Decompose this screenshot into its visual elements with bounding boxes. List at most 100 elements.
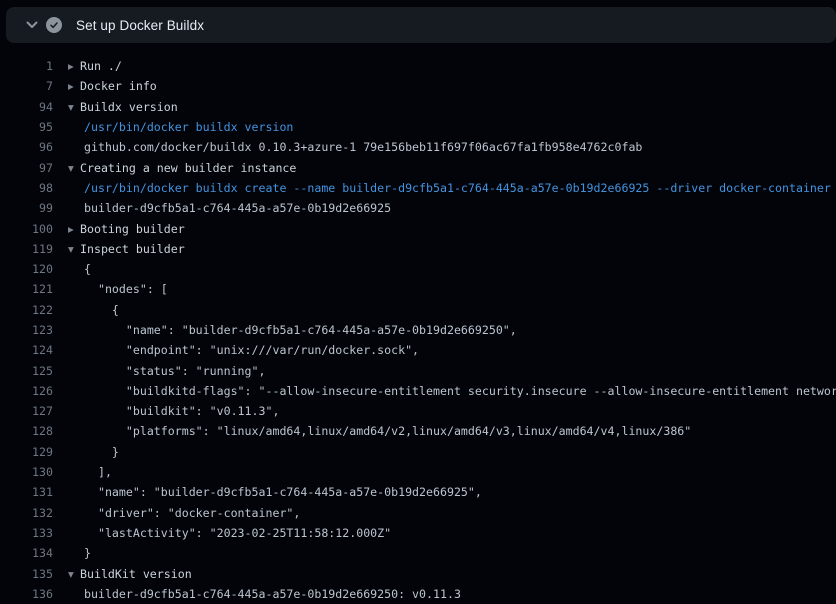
line-number-link[interactable]: 121 bbox=[0, 282, 53, 296]
log-line: 133 "lastActivity": "2023-02-25T11:58:12… bbox=[0, 523, 836, 543]
line-number-link[interactable]: 1 bbox=[0, 59, 53, 73]
line-number-link[interactable]: 133 bbox=[0, 526, 53, 540]
log-line: 127 "buildkit": "v0.11.3", bbox=[0, 401, 836, 421]
log-line: 132 "driver": "docker-container", bbox=[0, 503, 836, 523]
log-line: 136 builder-d9cfb5a1-c764-445a-a57e-0b19… bbox=[0, 584, 836, 604]
output-text: "endpoint": "unix:///var/run/docker.sock… bbox=[68, 343, 419, 357]
line-number-link[interactable]: 132 bbox=[0, 506, 53, 520]
line-number-link[interactable]: 120 bbox=[0, 262, 53, 276]
output-text: ], bbox=[68, 465, 112, 479]
log-line: 131 "name": "builder-d9cfb5a1-c764-445a-… bbox=[0, 482, 836, 502]
line-number-link[interactable]: 135 bbox=[0, 567, 53, 581]
line-number-link[interactable]: 124 bbox=[0, 343, 53, 357]
log-line: 100 ▶Booting builder bbox=[0, 218, 836, 238]
group-title[interactable]: Creating a new builder instance bbox=[80, 161, 296, 175]
log-line: 123 "name": "builder-d9cfb5a1-c764-445a-… bbox=[0, 320, 836, 340]
output-text: "buildkitd-flags": "--allow-insecure-ent… bbox=[68, 384, 836, 398]
log-line: 122 { bbox=[0, 300, 836, 320]
group-header[interactable]: ▼BuildKit version bbox=[68, 567, 192, 581]
triangle-right-icon[interactable]: ▶ bbox=[68, 225, 80, 234]
chevron-down-icon[interactable] bbox=[26, 21, 38, 29]
triangle-right-icon[interactable]: ▶ bbox=[68, 62, 80, 71]
group-title[interactable]: BuildKit version bbox=[80, 567, 192, 581]
line-number-link[interactable]: 99 bbox=[0, 201, 53, 215]
group-title[interactable]: Booting builder bbox=[80, 222, 185, 236]
line-number-link[interactable]: 123 bbox=[0, 323, 53, 337]
log-line: 97 ▼Creating a new builder instance bbox=[0, 157, 836, 177]
output-text: "name": "builder-d9cfb5a1-c764-445a-a57e… bbox=[68, 323, 517, 337]
log-line: 128 "platforms": "linux/amd64,linux/amd6… bbox=[0, 421, 836, 441]
output-text: "lastActivity": "2023-02-25T11:58:12.000… bbox=[68, 526, 391, 540]
log-line: 121 "nodes": [ bbox=[0, 279, 836, 299]
line-number-link[interactable]: 128 bbox=[0, 424, 53, 438]
triangle-down-icon[interactable]: ▼ bbox=[68, 103, 80, 112]
triangle-down-icon[interactable]: ▼ bbox=[68, 570, 80, 579]
command-text: /usr/bin/docker buildx create --name bui… bbox=[68, 181, 831, 195]
log-line: 95 /usr/bin/docker buildx version bbox=[0, 117, 836, 137]
log-line: 125 "status": "running", bbox=[0, 360, 836, 380]
output-text: builder-d9cfb5a1-c764-445a-a57e-0b19d2e6… bbox=[68, 587, 461, 601]
step-title: Set up Docker Buildx bbox=[76, 18, 204, 33]
output-text: "platforms": "linux/amd64,linux/amd64/v2… bbox=[68, 424, 691, 438]
log-line: 126 "buildkitd-flags": "--allow-insecure… bbox=[0, 381, 836, 401]
line-number-link[interactable]: 122 bbox=[0, 303, 53, 317]
line-number-link[interactable]: 100 bbox=[0, 222, 53, 236]
output-text: "name": "builder-d9cfb5a1-c764-445a-a57e… bbox=[68, 485, 482, 499]
line-number-link[interactable]: 119 bbox=[0, 242, 53, 256]
log-line: 119 ▼Inspect builder bbox=[0, 239, 836, 259]
line-number-link[interactable]: 136 bbox=[0, 587, 53, 601]
step-header[interactable]: Set up Docker Buildx bbox=[6, 7, 836, 43]
output-text: { bbox=[68, 303, 119, 317]
log-area: 1 ▶Run ./ 7 ▶Docker info 94 ▼Buildx vers… bbox=[0, 43, 836, 604]
line-number-link[interactable]: 98 bbox=[0, 181, 53, 195]
line-number-link[interactable]: 125 bbox=[0, 364, 53, 378]
triangle-down-icon[interactable]: ▼ bbox=[68, 245, 80, 254]
group-header[interactable]: ▼Buildx version bbox=[68, 100, 178, 114]
group-title[interactable]: Buildx version bbox=[80, 100, 178, 114]
log-line: 7 ▶Docker info bbox=[0, 76, 836, 96]
output-text: } bbox=[68, 445, 119, 459]
log-line: 134 } bbox=[0, 543, 836, 563]
group-title[interactable]: Docker info bbox=[80, 79, 157, 93]
log-line: 130 ], bbox=[0, 462, 836, 482]
log-line: 135 ▼BuildKit version bbox=[0, 563, 836, 583]
line-number-link[interactable]: 95 bbox=[0, 120, 53, 134]
group-header[interactable]: ▶Booting builder bbox=[68, 222, 185, 236]
log-line: 98 /usr/bin/docker buildx create --name … bbox=[0, 178, 836, 198]
log-line: 1 ▶Run ./ bbox=[0, 56, 836, 76]
output-text: builder-d9cfb5a1-c764-445a-a57e-0b19d2e6… bbox=[68, 201, 391, 215]
line-number-link[interactable]: 129 bbox=[0, 445, 53, 459]
line-number-link[interactable]: 94 bbox=[0, 100, 53, 114]
triangle-down-icon[interactable]: ▼ bbox=[68, 164, 80, 173]
line-number-link[interactable]: 96 bbox=[0, 140, 53, 154]
group-header[interactable]: ▼Creating a new builder instance bbox=[68, 161, 296, 175]
group-header[interactable]: ▼Inspect builder bbox=[68, 242, 185, 256]
group-title[interactable]: Run ./ bbox=[80, 59, 122, 73]
log-line: 124 "endpoint": "unix:///var/run/docker.… bbox=[0, 340, 836, 360]
output-text: } bbox=[68, 546, 91, 560]
output-text: github.com/docker/buildx 0.10.3+azure-1 … bbox=[68, 140, 642, 154]
output-text: "buildkit": "v0.11.3", bbox=[68, 404, 279, 418]
log-line: 94 ▼Buildx version bbox=[0, 97, 836, 117]
log-line: 120 { bbox=[0, 259, 836, 279]
command-text: /usr/bin/docker buildx version bbox=[68, 120, 293, 134]
check-circle-icon bbox=[46, 17, 62, 33]
output-text: "driver": "docker-container", bbox=[68, 506, 300, 520]
line-number-link[interactable]: 126 bbox=[0, 384, 53, 398]
group-title[interactable]: Inspect builder bbox=[80, 242, 185, 256]
line-number-link[interactable]: 131 bbox=[0, 485, 53, 499]
triangle-right-icon[interactable]: ▶ bbox=[68, 82, 80, 91]
log-line: 96 github.com/docker/buildx 0.10.3+azure… bbox=[0, 137, 836, 157]
output-text: { bbox=[68, 262, 91, 276]
line-number-link[interactable]: 134 bbox=[0, 546, 53, 560]
log-line: 99 builder-d9cfb5a1-c764-445a-a57e-0b19d… bbox=[0, 198, 836, 218]
group-header[interactable]: ▶Docker info bbox=[68, 79, 157, 93]
line-number-link[interactable]: 130 bbox=[0, 465, 53, 479]
group-header[interactable]: ▶Run ./ bbox=[68, 59, 122, 73]
line-number-link[interactable]: 7 bbox=[0, 79, 53, 93]
output-text: "nodes": [ bbox=[68, 282, 168, 296]
line-number-link[interactable]: 127 bbox=[0, 404, 53, 418]
log-line: 129 } bbox=[0, 442, 836, 462]
line-number-link[interactable]: 97 bbox=[0, 161, 53, 175]
output-text: "status": "running", bbox=[68, 364, 265, 378]
